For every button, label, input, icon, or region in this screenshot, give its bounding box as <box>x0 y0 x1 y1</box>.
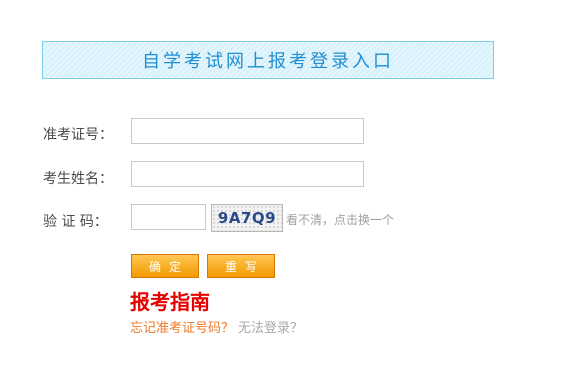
login-banner: 自学考试网上报考登录入口 <box>42 41 494 79</box>
forgot-exam-number-link[interactable]: 忘记准考证号码？ <box>130 321 234 336</box>
captcha-image[interactable]: 9A7Q9 <box>211 204 283 232</box>
confirm-button[interactable]: 确定 <box>131 254 199 278</box>
exam-number-label: 准考证号： <box>43 127 113 143</box>
help-links: 忘记准考证号码？ 无法登录？ <box>130 317 303 336</box>
exam-guide-link[interactable]: 报考指南 <box>130 286 210 315</box>
banner-title: 自学考试网上报考登录入口 <box>142 51 394 72</box>
name-label: 考生姓名： <box>43 171 113 187</box>
confirm-button-label: 确定 <box>148 259 189 274</box>
reset-button-label: 重写 <box>224 259 265 274</box>
captcha-image-text: 9A7Q9 <box>217 209 277 227</box>
login-page: 自学考试网上报考登录入口 准考证号： 考生姓名： 验 证 码： 9A7Q9 看不… <box>0 0 581 366</box>
exam-number-input[interactable] <box>131 118 364 144</box>
cannot-login-link[interactable]: 无法登录？ <box>238 321 303 336</box>
reset-button[interactable]: 重写 <box>207 254 275 278</box>
name-input[interactable] <box>131 161 364 187</box>
captcha-refresh-link[interactable]: 看不清，点击换一个 <box>286 211 394 228</box>
captcha-input[interactable] <box>131 204 206 230</box>
captcha-label: 验 证 码： <box>43 214 108 230</box>
